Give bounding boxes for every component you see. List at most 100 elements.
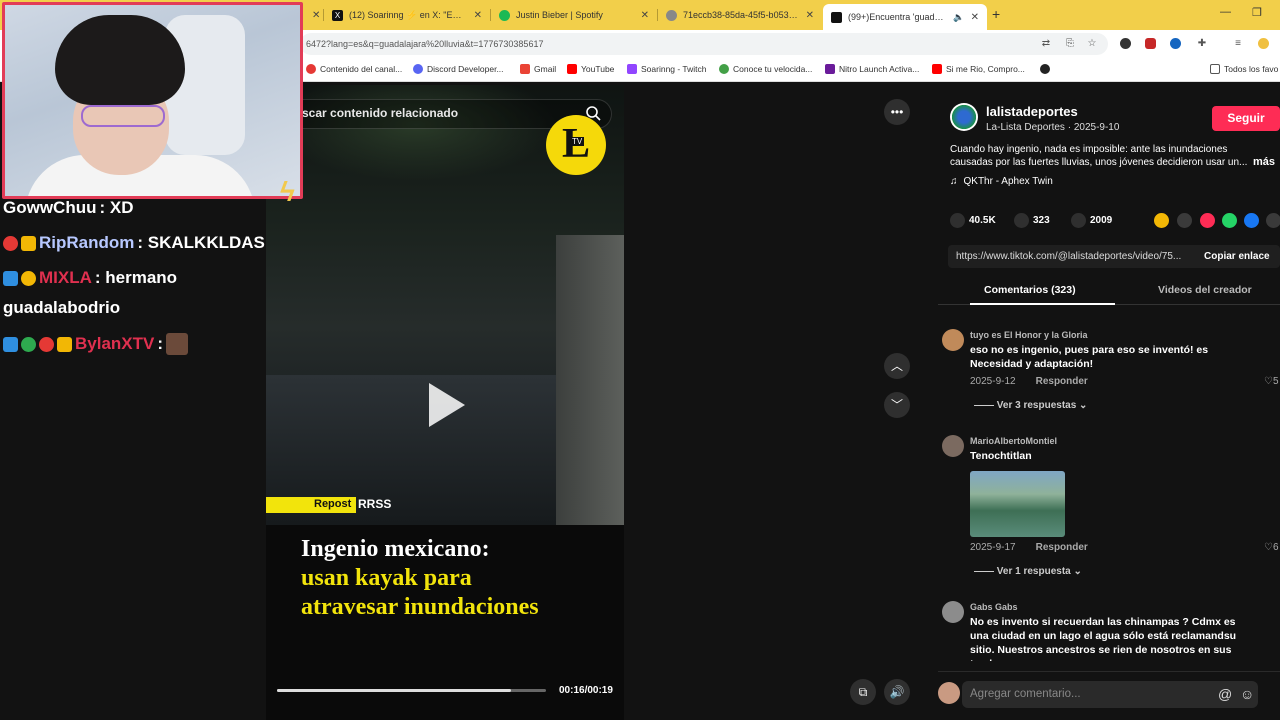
emoji-icon[interactable]: ☺ bbox=[1240, 686, 1254, 702]
speaker-icon[interactable]: 🔈 bbox=[953, 12, 964, 23]
repost-label: Repost bbox=[314, 498, 352, 510]
chat-text: : XD bbox=[99, 198, 134, 217]
view-replies[interactable]: —— Ver 3 respuestas ⌄ bbox=[974, 400, 1087, 411]
comment-image[interactable] bbox=[970, 471, 1065, 537]
x-logo-icon: X bbox=[332, 9, 343, 21]
badge-icon bbox=[3, 235, 18, 251]
bookmark-item[interactable]: Nitro Launch Activa... bbox=[825, 64, 919, 74]
extension-icon[interactable] bbox=[1145, 38, 1156, 49]
creator-name[interactable]: lalistadeportes bbox=[986, 104, 1078, 119]
volume-icon[interactable]: 🔊 bbox=[884, 679, 910, 705]
tab-comments[interactable]: Comentarios (323) bbox=[984, 284, 1076, 296]
comment-stat[interactable]: 323 bbox=[1014, 213, 1050, 228]
menu-icon[interactable]: ≡ bbox=[1232, 38, 1244, 50]
comment-like[interactable]: ♡5 bbox=[1264, 376, 1279, 387]
tab-spotify[interactable]: Justin Bieber | Spotify ✕ bbox=[491, 4, 657, 26]
gmail-icon bbox=[520, 64, 530, 74]
close-icon[interactable]: ✕ bbox=[474, 10, 482, 21]
follow-button[interactable]: Seguir bbox=[1212, 106, 1280, 131]
mention-icon[interactable]: @ bbox=[1218, 686, 1232, 702]
comment-user[interactable]: tuyo es El Honor y la Gloria bbox=[970, 330, 1088, 340]
video-player[interactable]: scar contenido relacionado L TV Repost R… bbox=[266, 85, 624, 720]
next-video-button[interactable]: ﹀ bbox=[884, 392, 910, 418]
video-progress-bar[interactable] bbox=[277, 689, 546, 692]
webcam-hair bbox=[55, 15, 185, 105]
copy-link-button[interactable]: Copiar enlace bbox=[1204, 251, 1270, 262]
lightning-icon: ϟ bbox=[280, 176, 295, 207]
comment-like[interactable]: ♡6 bbox=[1264, 542, 1279, 553]
bookmark-item[interactable] bbox=[1040, 64, 1050, 74]
embed-icon[interactable] bbox=[1177, 213, 1192, 228]
tab-creator-videos[interactable]: Videos del creador bbox=[1158, 284, 1252, 296]
chat-message: BylanXTV : bbox=[3, 333, 189, 355]
my-avatar bbox=[938, 682, 960, 704]
globe-icon bbox=[666, 9, 677, 21]
bookmark-item[interactable]: Gmail bbox=[520, 64, 556, 74]
close-icon[interactable]: ✕ bbox=[641, 10, 649, 21]
tab-x-soarinng[interactable]: X (12) Soarinng ⚡ en X: "EN STR ✕ bbox=[324, 4, 490, 26]
add-comment-input[interactable]: Agregar comentario... @ ☺ bbox=[962, 681, 1258, 708]
more-options-button[interactable]: ••• bbox=[884, 99, 910, 125]
bookmark-item[interactable]: Conoce tu velocida... bbox=[719, 64, 812, 74]
chat-text: : SKALKKLDAS bbox=[137, 233, 265, 252]
folder-icon bbox=[1210, 64, 1220, 74]
extension-icon[interactable] bbox=[1120, 38, 1131, 49]
share-icon[interactable] bbox=[1266, 213, 1280, 228]
pip-icon[interactable]: ⧉ bbox=[850, 679, 876, 705]
creator-avatar[interactable] bbox=[950, 103, 978, 131]
headline-line-3: atravesar inundaciones bbox=[301, 594, 539, 620]
globe-icon bbox=[1040, 64, 1050, 74]
tab-uuid[interactable]: 71eccb38-85da-45f5-b053-c24 ✕ bbox=[658, 4, 822, 26]
coin-icon[interactable] bbox=[1154, 213, 1169, 228]
avatar[interactable] bbox=[942, 601, 964, 623]
cube-icon bbox=[3, 270, 18, 286]
maximize-icon[interactable]: ❐ bbox=[1252, 6, 1262, 19]
play-icon[interactable] bbox=[429, 383, 465, 427]
avatar[interactable] bbox=[942, 435, 964, 457]
spotify-icon bbox=[499, 9, 510, 21]
send-icon[interactable] bbox=[1200, 213, 1215, 228]
minimize-icon[interactable]: — bbox=[1220, 6, 1231, 18]
like-stat[interactable]: 40.5K bbox=[950, 213, 996, 228]
facebook-icon[interactable] bbox=[1244, 213, 1259, 228]
divider bbox=[938, 671, 1280, 672]
post-link[interactable]: https://www.tiktok.com/@lalistadeportes/… bbox=[956, 251, 1192, 262]
new-tab-button[interactable]: + bbox=[992, 6, 1000, 22]
more-link[interactable]: más bbox=[1253, 156, 1275, 168]
tab-tiktok-active[interactable]: (99+)Encuentra 'guadalajara 🔈 ✕ bbox=[823, 4, 987, 30]
comment-user[interactable]: MarioAlbertoMontiel bbox=[970, 436, 1057, 446]
comment-count: 323 bbox=[1033, 215, 1050, 226]
chat-message: MIXLA : hermano bbox=[3, 268, 177, 288]
close-icon[interactable]: ✕ bbox=[971, 12, 979, 23]
address-bar[interactable]: 6472?lang=es&q=guadalajara%20lluvia&t=17… bbox=[300, 33, 1108, 55]
bookmark-item[interactable]: Contenido del canal... bbox=[306, 64, 402, 74]
link-box: https://www.tiktok.com/@lalistadeportes/… bbox=[948, 245, 1280, 268]
bookmark-item[interactable]: Discord Developer... bbox=[413, 64, 504, 74]
tab-close-0[interactable]: ✕ bbox=[304, 4, 324, 26]
bookmark-item[interactable]: YouTube bbox=[567, 64, 614, 74]
view-replies[interactable]: —— Ver 1 respuesta ⌄ bbox=[974, 566, 1082, 577]
previous-video-button[interactable]: ︿ bbox=[884, 353, 910, 379]
bookmark-item[interactable]: Soarinng - Twitch bbox=[627, 64, 707, 74]
comment-user[interactable]: Gabs Gabs bbox=[970, 602, 1018, 612]
reply-button[interactable]: Responder bbox=[1036, 376, 1088, 387]
chat-user: RipRandom bbox=[39, 233, 135, 252]
close-icon[interactable]: ✕ bbox=[312, 10, 320, 21]
whatsapp-icon[interactable] bbox=[1222, 213, 1237, 228]
translate-icon[interactable]: ⇄ bbox=[1040, 38, 1052, 50]
puzzle-icon[interactable]: ✚ bbox=[1196, 38, 1208, 50]
extension-icon[interactable] bbox=[1170, 38, 1181, 49]
all-bookmarks[interactable]: Todos los favo bbox=[1210, 64, 1278, 74]
close-icon[interactable]: ✕ bbox=[806, 10, 814, 21]
avatar[interactable] bbox=[942, 329, 964, 351]
youtube-icon bbox=[567, 64, 577, 74]
profile-icon[interactable] bbox=[1258, 38, 1269, 49]
heart-icon bbox=[950, 213, 965, 228]
install-icon[interactable]: ⎘ bbox=[1064, 38, 1076, 50]
save-stat[interactable]: 2009 bbox=[1071, 213, 1112, 228]
reply-button[interactable]: Responder bbox=[1036, 542, 1088, 553]
music-row[interactable]: ♫ QKThr - Aphex Twin bbox=[950, 176, 1053, 187]
star-icon[interactable]: ☆ bbox=[1086, 38, 1098, 50]
bookmark-item[interactable]: Si me Rio, Compro... bbox=[932, 64, 1025, 74]
crown-icon bbox=[21, 235, 36, 251]
